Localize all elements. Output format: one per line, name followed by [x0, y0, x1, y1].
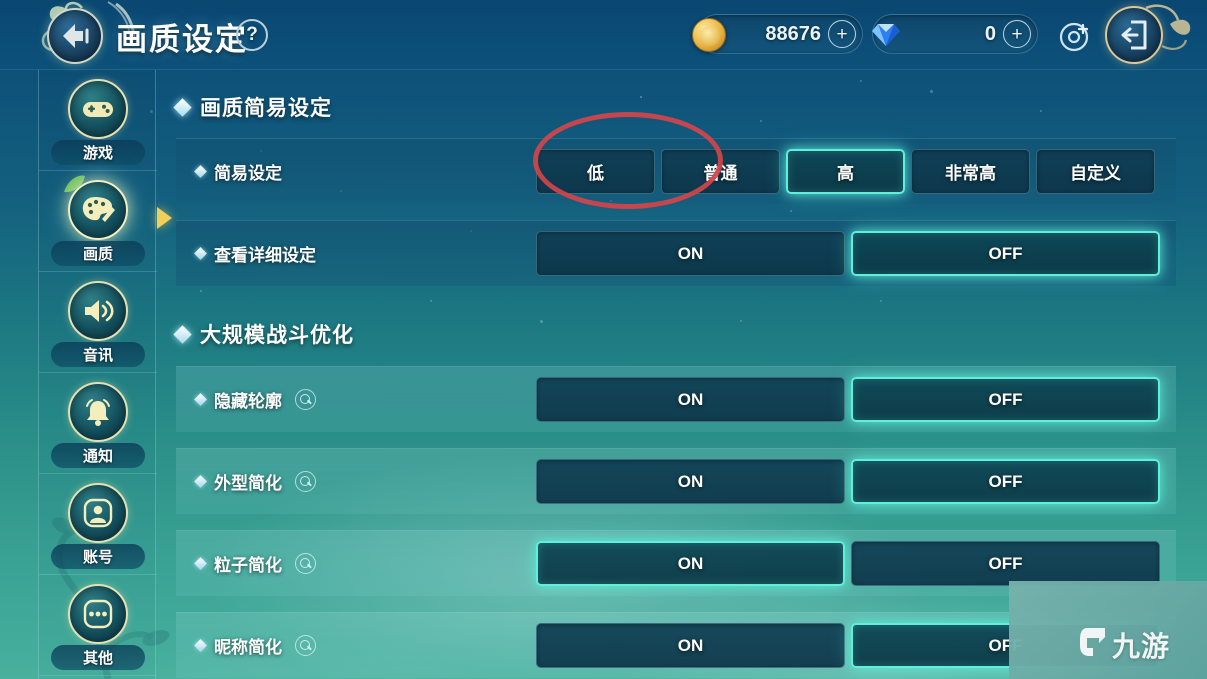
page-title: 画质设定 [116, 22, 248, 57]
row-label-group: 昵称简化 [194, 633, 316, 658]
sidebar-item-label: 通知 [51, 443, 145, 468]
sidebar-item-label: 画质 [51, 241, 145, 266]
diamond-bullet-icon [194, 475, 207, 488]
sidebar-item-graphics[interactable]: 画质 [39, 171, 172, 272]
diamond-icon [872, 24, 900, 46]
diamond-bullet-icon [194, 639, 207, 652]
gamepad-icon [68, 79, 128, 139]
diamond-bullet-icon [173, 97, 192, 117]
sidebar-item-audio[interactable]: 音讯 [39, 272, 157, 373]
toggle-off-particle-simplify[interactable]: OFF [851, 541, 1160, 586]
preset-option-normal[interactable]: 普通 [661, 149, 780, 194]
diamond-bullet-icon [194, 247, 207, 260]
currency-diamond[interactable]: 0 + [872, 14, 1038, 54]
speaker-icon [68, 281, 128, 341]
section-title: 大规模战斗优化 [200, 324, 354, 347]
person-icon [68, 483, 128, 543]
info-magnifier-icon[interactable] [295, 553, 316, 574]
exit-button[interactable] [1105, 6, 1163, 64]
info-magnifier-icon[interactable] [295, 389, 316, 410]
setting-row-preset: 简易设定 低 普通 高 非常高 自定义 [176, 138, 1176, 204]
watermark-text: 九游 [1112, 631, 1171, 662]
toggle-off-detailed-settings[interactable]: OFF [851, 231, 1160, 276]
sidebar: 游戏 画质 音讯 通知 账号 其他 [38, 70, 172, 679]
currency-gold[interactable]: 88676 + [692, 14, 863, 54]
setting-row-hide-outline: 隐藏轮廓 ON OFF [176, 366, 1176, 432]
preset-option-very-high[interactable]: 非常高 [911, 149, 1030, 194]
row-label: 外型简化 [214, 474, 282, 493]
sidebar-item-label: 音讯 [51, 342, 145, 367]
palette-icon [68, 180, 128, 240]
gold-add-button[interactable]: + [828, 20, 856, 48]
sidebar-item-account[interactable]: 账号 [39, 474, 157, 575]
sidebar-item-label: 其他 [51, 645, 145, 670]
diamond-bullet-icon [173, 324, 192, 344]
row-label: 昵称简化 [214, 638, 282, 657]
row-label: 隐藏轮廓 [214, 392, 282, 411]
row-label-group: 粒子简化 [194, 551, 316, 576]
diamond-bullet-icon [194, 557, 207, 570]
help-button[interactable]: ? [236, 19, 268, 51]
row-label-group: 外型简化 [194, 469, 316, 494]
row-label-group: 查看详细设定 [194, 241, 316, 266]
toggle-on-hide-outline[interactable]: ON [536, 377, 845, 422]
gold-coin-icon [692, 18, 726, 52]
sidebar-item-other[interactable]: 其他 [39, 575, 157, 676]
row-label-group: 隐藏轮廓 [194, 387, 316, 412]
preset-option-high[interactable]: 高 [786, 149, 905, 194]
sidebar-item-game[interactable]: 游戏 [39, 70, 157, 171]
diamond-add-button[interactable]: + [1003, 20, 1031, 48]
toggle-off-appearance-simplify[interactable]: OFF [851, 459, 1160, 504]
row-label-group: 简易设定 [194, 159, 282, 184]
toggle-on-particle-simplify[interactable]: ON [536, 541, 845, 586]
toggle-on-nickname-simplify[interactable]: ON [536, 623, 845, 668]
row-label: 简易设定 [214, 164, 282, 183]
top-header-bar: 画质设定 ? 88676 + 0 + [0, 0, 1207, 70]
info-magnifier-icon[interactable] [295, 635, 316, 656]
sidebar-active-arrow-icon [157, 207, 172, 229]
section-title: 画质简易设定 [200, 97, 332, 120]
back-arrow-icon [63, 24, 89, 48]
toggle-on-appearance-simplify[interactable]: ON [536, 459, 845, 504]
section-header-large-battle: 大规模战斗优化 [173, 315, 354, 353]
back-button[interactable] [47, 8, 103, 64]
diamond-bullet-icon [194, 165, 207, 178]
row-label: 查看详细设定 [214, 246, 316, 265]
preset-option-low[interactable]: 低 [536, 149, 655, 194]
sidebar-item-notification[interactable]: 通知 [39, 373, 157, 474]
sidebar-item-label: 游戏 [51, 140, 145, 165]
sidebar-item-label: 账号 [51, 544, 145, 569]
preset-option-custom[interactable]: 自定义 [1036, 149, 1155, 194]
section-header-simple-quality: 画质简易设定 [173, 88, 332, 126]
setting-row-detailed-settings: 查看详细设定 ON OFF [176, 220, 1176, 286]
app-root: 画质设定 ? 88676 + 0 + 游戏 画质 音讯 通知 账号 其他 画质简… [0, 0, 1207, 679]
bell-icon [68, 382, 128, 442]
watermark-logo-icon [1080, 628, 1105, 656]
toggle-on-detailed-settings[interactable]: ON [536, 231, 845, 276]
ellipsis-icon [68, 584, 128, 644]
exit-door-icon [1121, 20, 1147, 50]
row-label: 粒子简化 [214, 556, 282, 575]
diamond-bullet-icon [194, 393, 207, 406]
setting-row-appearance-simplify: 外型简化 ON OFF [176, 448, 1176, 514]
info-magnifier-icon[interactable] [295, 471, 316, 492]
toggle-off-hide-outline[interactable]: OFF [851, 377, 1160, 422]
target-add-icon[interactable] [1058, 19, 1092, 53]
